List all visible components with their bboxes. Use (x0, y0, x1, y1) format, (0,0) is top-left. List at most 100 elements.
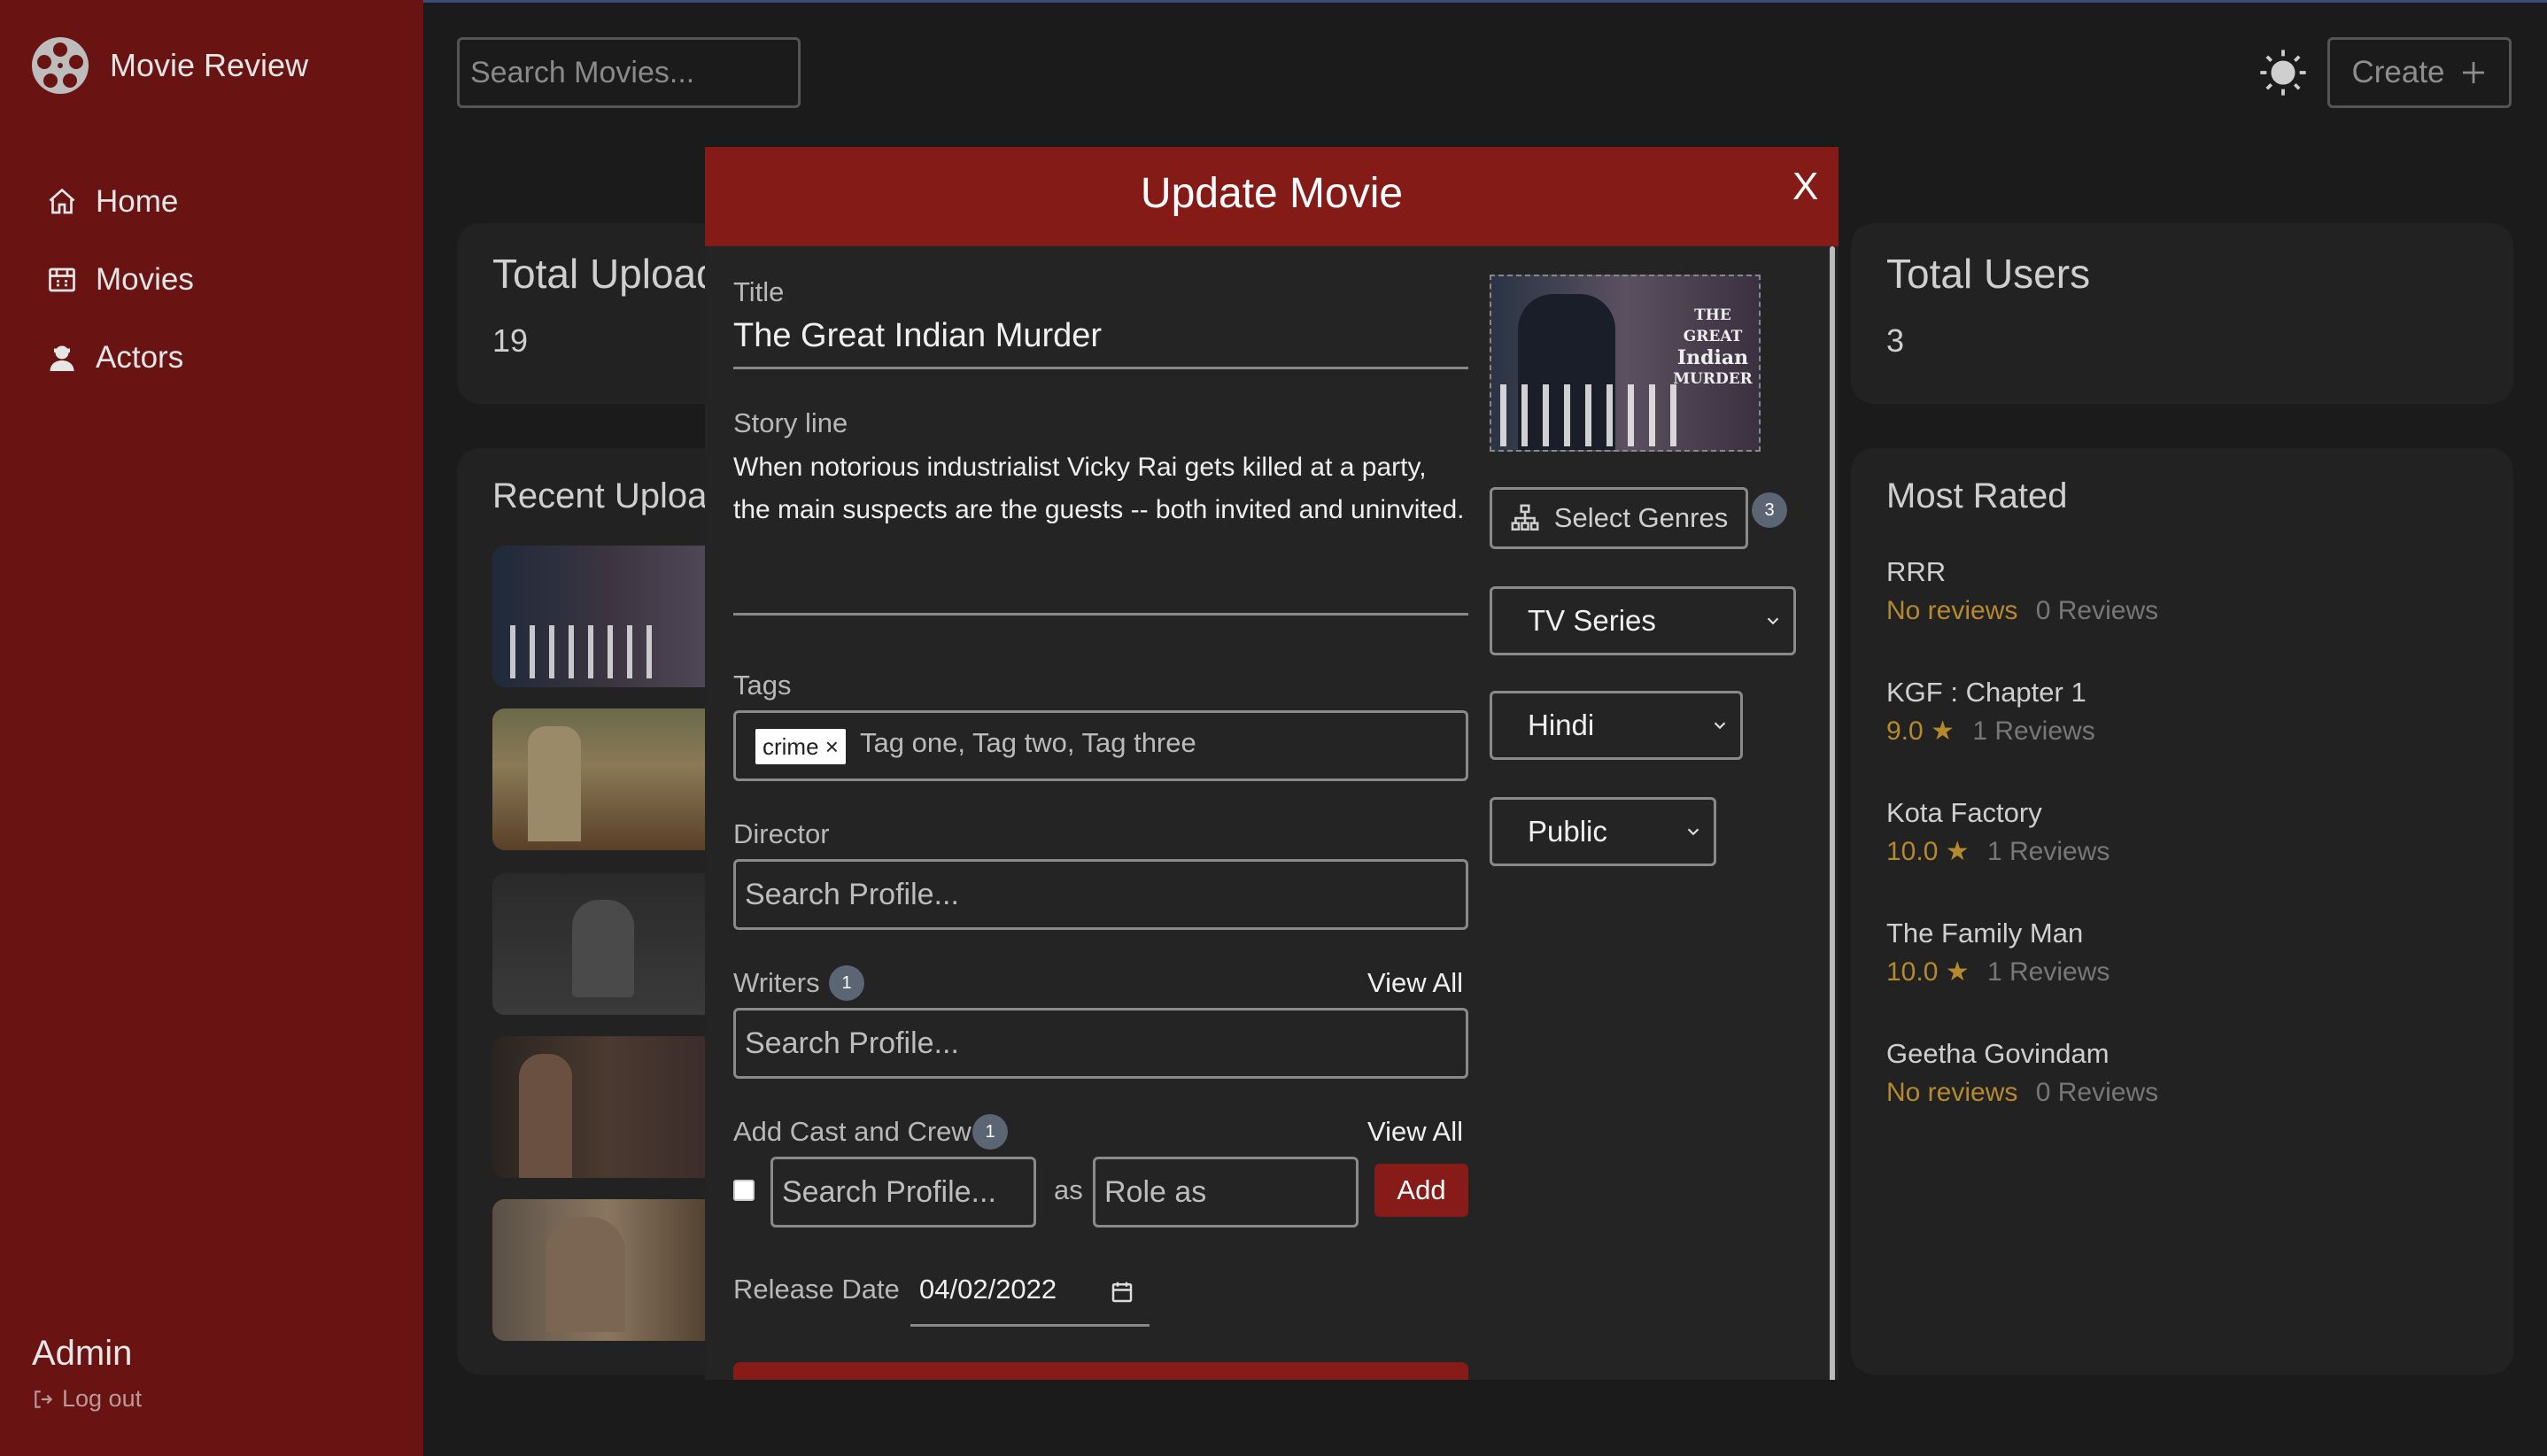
release-date-label: Release Date (733, 1274, 900, 1305)
most-rated-title: Most Rated (1886, 476, 2068, 515)
tag-chip[interactable]: crime × (755, 729, 846, 764)
cast-label: Add Cast and Crew (733, 1116, 972, 1147)
writers-label: Writers (733, 967, 820, 998)
chevron-down-icon (1714, 722, 1726, 730)
status-select[interactable]: Public (1490, 797, 1716, 866)
rating-value: No reviews (1886, 596, 2018, 625)
star-icon: ★ (1945, 957, 1970, 987)
writers-view-all-link[interactable]: View All (1367, 967, 1463, 999)
chevron-down-icon (1767, 617, 1779, 625)
review-count: 1 Reviews (1972, 716, 2095, 746)
uploads-title: Total Uploads (492, 251, 739, 297)
cast-as-label: as (1054, 1174, 1083, 1205)
logout-link[interactable]: Log out (32, 1385, 142, 1413)
logout-icon (35, 1390, 53, 1408)
most-rated-item[interactable]: The Family Man 10.0 ★ 1 Reviews (1886, 912, 2158, 1033)
star-icon: ★ (1945, 837, 1970, 866)
sidebar: Movie Review Home Movies Actors Admin Lo… (0, 0, 423, 1456)
most-rated-item[interactable]: Kota Factory 10.0 ★ 1 Reviews (1886, 792, 2158, 912)
app-name: Movie Review (110, 47, 309, 83)
plus-icon (2462, 62, 2484, 83)
movie-name: Kota Factory (1886, 797, 2042, 828)
most-rated-item[interactable]: RRR No reviews 0 Reviews (1886, 551, 2158, 671)
uploads-value: 19 (492, 322, 529, 359)
poster-title-line: THE GREAT (1683, 306, 1743, 345)
sidebar-item-actors[interactable]: Actors (46, 319, 194, 397)
sitemap-icon (1511, 504, 1539, 531)
lead-actor-checkbox[interactable] (733, 1180, 755, 1201)
calendar-icon[interactable] (1109, 1279, 1135, 1305)
recent-thumb-2[interactable] (492, 709, 723, 850)
cast-profile-input[interactable] (770, 1157, 1036, 1228)
director-label: Director (733, 818, 830, 849)
sidebar-item-label: Movies (96, 262, 194, 297)
poster-title: THE GREAT Indian MURDER (1668, 305, 1757, 390)
modal-scrollbar[interactable] (1830, 246, 1835, 1380)
recent-thumb-3[interactable] (492, 873, 723, 1015)
rating-row: No reviews 0 Reviews (1886, 593, 2158, 671)
most-rated-list: RRR No reviews 0 Reviews KGF : Chapter 1… (1886, 551, 2158, 1153)
sidebar-item-label: Home (96, 184, 179, 219)
film-reel-icon (32, 37, 89, 94)
select-genres-button[interactable]: Select Genres (1490, 487, 1748, 549)
rating-row: 10.0 ★ 1 Reviews (1886, 955, 2158, 1033)
cast-role-input[interactable] (1093, 1157, 1359, 1228)
remove-tag-icon[interactable]: × (825, 733, 839, 760)
create-button[interactable]: Create (2327, 37, 2512, 108)
rating-row: 9.0 ★ 1 Reviews (1886, 714, 2158, 792)
most-rated-card: Most Rated RRR No reviews 0 Reviews KGF … (1851, 448, 2513, 1375)
release-date-value: 04/02/2022 (919, 1274, 1057, 1305)
select-genres-label: Select Genres (1553, 502, 1729, 533)
language-select-value: Hindi (1528, 709, 1595, 741)
rating-value: 10.0 (1886, 957, 1939, 987)
poster-title-line: MURDER (1673, 370, 1753, 388)
storyline-textarea[interactable]: When notorious industrialist Vicky Rai g… (733, 446, 1468, 531)
sidebar-item-movies[interactable]: Movies (46, 241, 194, 319)
sun-icon[interactable] (2258, 48, 2308, 97)
update-movie-modal: Update Movie X Title The Great Indian Mu… (705, 147, 1839, 1380)
close-button[interactable]: X (1792, 165, 1818, 209)
most-rated-item[interactable]: KGF : Chapter 1 9.0 ★ 1 Reviews (1886, 671, 2158, 792)
storyline-label: Story line (733, 407, 848, 438)
recent-thumb-4[interactable] (492, 1036, 723, 1178)
cast-view-all-link[interactable]: View All (1367, 1116, 1463, 1148)
search-input[interactable] (457, 37, 801, 108)
movie-name: RRR (1886, 556, 1947, 587)
genres-count-badge: 3 (1752, 492, 1787, 528)
star-icon: ★ (1931, 716, 1955, 746)
submit-button[interactable] (733, 1362, 1468, 1380)
user-name: Admin (32, 1334, 133, 1373)
writers-input[interactable] (733, 1008, 1468, 1079)
add-cast-button[interactable]: Add (1374, 1164, 1468, 1217)
rating-value: No reviews (1886, 1078, 2018, 1107)
sidebar-item-label: Actors (96, 340, 184, 375)
users-card: Total Users 3 (1851, 223, 2513, 404)
chevron-down-icon (1687, 828, 1699, 836)
modal-header: Update Movie X (705, 147, 1839, 246)
sidebar-item-home[interactable]: Home (46, 163, 194, 241)
most-rated-item[interactable]: Geetha Govindam No reviews 0 Reviews (1886, 1033, 2158, 1153)
users-title: Total Users (1886, 251, 2091, 297)
recent-thumb-1[interactable] (492, 546, 723, 687)
type-select-value: TV Series (1528, 604, 1656, 637)
logout-label: Log out (62, 1385, 143, 1412)
tag-label: crime (763, 733, 819, 760)
language-select[interactable]: Hindi (1490, 691, 1743, 760)
review-count: 0 Reviews (2035, 596, 2159, 625)
tags-input[interactable]: crime × Tag one, Tag two, Tag three (733, 710, 1468, 781)
recent-thumb-5[interactable] (492, 1199, 723, 1341)
poster-preview[interactable]: THE GREAT Indian MURDER (1490, 275, 1761, 452)
review-count: 0 Reviews (2035, 1078, 2159, 1107)
release-date-input[interactable]: 04/02/2022 (910, 1256, 1150, 1327)
title-label: Title (733, 276, 785, 307)
rating-row: 10.0 ★ 1 Reviews (1886, 834, 2158, 912)
movie-name: The Family Man (1886, 918, 2084, 949)
title-input[interactable]: The Great Indian Murder (733, 317, 1102, 355)
app-logo[interactable]: Movie Review (30, 35, 308, 96)
type-select[interactable]: TV Series (1490, 586, 1796, 655)
actor-icon (50, 345, 74, 371)
poster-candles (1500, 384, 1677, 446)
modal-title: Update Movie (1140, 170, 1404, 217)
rating-row: No reviews 0 Reviews (1886, 1075, 2158, 1153)
director-input[interactable] (733, 859, 1468, 930)
